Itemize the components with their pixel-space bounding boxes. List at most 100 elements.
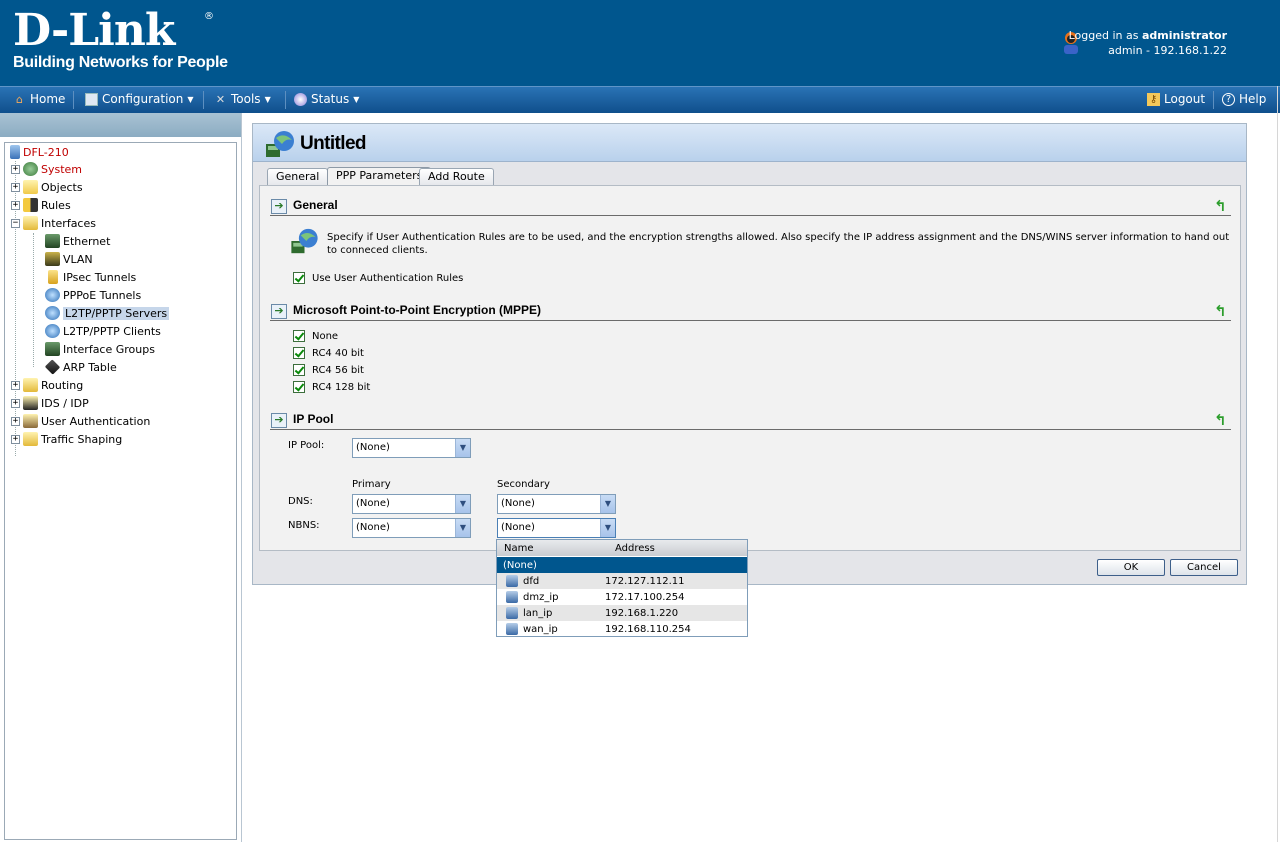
tree-item-ethernet[interactable]: Ethernet bbox=[45, 232, 110, 250]
tree-item-label: L2TP/PPTP Clients bbox=[63, 324, 161, 338]
nbns-secondary-select[interactable]: (None) ▼ bbox=[497, 518, 616, 538]
expand-icon[interactable]: + bbox=[11, 380, 20, 390]
dns-secondary-select[interactable]: (None) ▼ bbox=[497, 494, 616, 514]
tree-item-system[interactable]: + System bbox=[11, 160, 82, 178]
menu-logout[interactable]: ⚷ Logout bbox=[1147, 92, 1205, 106]
logged-user: administrator bbox=[1141, 29, 1227, 42]
option-name: dmz_ip bbox=[523, 592, 559, 603]
status-icon bbox=[294, 92, 307, 106]
chevron-down-icon: ▼ bbox=[187, 94, 194, 104]
key-icon: ⚷ bbox=[1147, 92, 1160, 106]
ok-button[interactable]: OK bbox=[1097, 559, 1165, 576]
use-auth-rules-checkbox[interactable]: Use User Authentication Rules bbox=[293, 272, 463, 284]
tree-item-ids-idp[interactable]: + IDS / IDP bbox=[11, 394, 89, 412]
menu-configuration[interactable]: Configuration ▼ bbox=[85, 92, 194, 106]
expand-icon[interactable]: + bbox=[11, 434, 20, 444]
menu-help[interactable]: ? Help bbox=[1222, 92, 1266, 106]
chevron-down-icon[interactable]: ▼ bbox=[455, 519, 470, 537]
group-icon bbox=[45, 342, 60, 356]
chevron-down-icon[interactable]: ▼ bbox=[455, 495, 470, 513]
checkbox-checked[interactable] bbox=[293, 330, 305, 342]
tree-item-rules[interactable]: + Rules bbox=[11, 196, 71, 214]
menu-tools-label: Tools bbox=[231, 92, 261, 106]
select-value: (None) bbox=[356, 498, 390, 509]
cancel-button[interactable]: Cancel bbox=[1170, 559, 1238, 576]
tree-item-label: Routing bbox=[41, 378, 84, 392]
tab-general[interactable]: General bbox=[267, 168, 329, 185]
tree-item-routing[interactable]: + Routing bbox=[11, 376, 83, 394]
save-icon bbox=[85, 92, 98, 106]
tree-item-interface-groups[interactable]: Interface Groups bbox=[45, 340, 155, 358]
expand-icon[interactable]: + bbox=[11, 398, 20, 408]
tree-item-pppoe[interactable]: PPPoE Tunnels bbox=[45, 286, 141, 304]
nbns-primary-select[interactable]: (None) ▼ bbox=[352, 518, 471, 538]
menu-configuration-label: Configuration bbox=[102, 92, 184, 106]
tree-item-interfaces[interactable]: − Interfaces bbox=[11, 214, 96, 232]
tree-item-l2tp-clients[interactable]: L2TP/PPTP Clients bbox=[45, 322, 161, 340]
menu-home[interactable]: ⌂ Home bbox=[13, 92, 65, 106]
menu-separator bbox=[203, 91, 204, 109]
mppe-rc4-56-checkbox[interactable]: RC4 56 bit bbox=[293, 364, 364, 376]
tree-item-l2tp-servers[interactable]: L2TP/PPTP Servers bbox=[45, 304, 170, 322]
ip-object-icon bbox=[506, 575, 518, 587]
collapse-arrow-icon[interactable]: ↰ bbox=[1214, 412, 1229, 428]
tree-item-objects[interactable]: + Objects bbox=[11, 178, 83, 196]
dropdown-option[interactable]: lan_ip 192.168.1.220 bbox=[497, 605, 747, 621]
tree-item-ipsec[interactable]: IPsec Tunnels bbox=[45, 268, 136, 286]
tree-root-label: DFL-210 bbox=[23, 145, 69, 159]
checkbox-checked[interactable] bbox=[293, 381, 305, 393]
mppe-rc4-128-checkbox[interactable]: RC4 128 bit bbox=[293, 381, 370, 393]
menu-status[interactable]: Status ▼ bbox=[294, 92, 359, 106]
chevron-down-icon[interactable]: ▼ bbox=[600, 495, 615, 513]
expand-icon[interactable]: + bbox=[11, 200, 20, 210]
section-arrow-icon: ➔ bbox=[271, 199, 287, 214]
expand-icon[interactable]: + bbox=[11, 416, 20, 426]
mppe-rc4-40-checkbox[interactable]: RC4 40 bit bbox=[293, 347, 364, 359]
panel-header: Untitled bbox=[253, 124, 1246, 162]
dlink-logo: D-Link bbox=[13, 5, 175, 56]
ip-pool-select[interactable]: (None) ▼ bbox=[352, 438, 471, 458]
tab-ppp-parameters[interactable]: PPP Parameters bbox=[327, 167, 432, 185]
ip-object-icon bbox=[506, 607, 518, 619]
chevron-down-icon[interactable]: ▼ bbox=[600, 519, 615, 537]
checkbox-checked[interactable] bbox=[293, 272, 305, 284]
login-info: Logged in as administrator admin - 192.1… bbox=[1069, 28, 1227, 58]
dns-primary-select[interactable]: (None) ▼ bbox=[352, 494, 471, 514]
expand-icon[interactable]: + bbox=[11, 164, 20, 174]
select-value: (None) bbox=[356, 522, 390, 533]
globe-icon bbox=[45, 288, 60, 302]
registered-mark: ® bbox=[204, 11, 214, 22]
checkbox-checked[interactable] bbox=[293, 347, 305, 359]
ethernet-icon bbox=[45, 234, 60, 248]
primary-column-label: Primary bbox=[352, 479, 391, 490]
dropdown-option-none[interactable]: (None) bbox=[497, 557, 747, 573]
collapse-arrow-icon[interactable]: ↰ bbox=[1214, 303, 1229, 319]
dropdown-option[interactable]: dmz_ip 172.17.100.254 bbox=[497, 589, 747, 605]
dropdown-option[interactable]: dfd 172.127.112.11 bbox=[497, 573, 747, 589]
tree-item-vlan[interactable]: VLAN bbox=[45, 250, 93, 268]
tree-item-traffic-shaping[interactable]: + Traffic Shaping bbox=[11, 430, 122, 448]
nbns-secondary-dropdown: Name Address (None) dfd 172.127.112.11 dm… bbox=[496, 539, 748, 637]
collapse-arrow-icon[interactable]: ↰ bbox=[1214, 198, 1229, 214]
chevron-down-icon[interactable]: ▼ bbox=[455, 439, 470, 457]
globe-icon bbox=[45, 324, 60, 338]
expand-icon[interactable]: + bbox=[11, 182, 20, 192]
nbns-label: NBNS: bbox=[288, 520, 320, 531]
arp-icon bbox=[44, 359, 61, 375]
tree-item-label: User Authentication bbox=[41, 414, 151, 428]
tab-add-route[interactable]: Add Route bbox=[419, 168, 494, 185]
checkbox-checked[interactable] bbox=[293, 364, 305, 376]
tree-item-label: Interfaces bbox=[41, 216, 96, 230]
collapse-icon[interactable]: − bbox=[11, 218, 20, 228]
column-name: Name bbox=[504, 543, 534, 554]
menu-tools[interactable]: ✕ Tools ▼ bbox=[214, 92, 271, 106]
mppe-none-checkbox[interactable]: None bbox=[293, 330, 338, 342]
dropdown-option[interactable]: wan_ip 192.168.110.254 bbox=[497, 621, 747, 637]
tree-item-label: System bbox=[41, 162, 83, 176]
vlan-icon bbox=[45, 252, 60, 266]
tree-item-arp-table[interactable]: ARP Table bbox=[44, 358, 117, 376]
menu-help-label: Help bbox=[1239, 92, 1267, 106]
tree-root-dfl210[interactable]: DFL-210 bbox=[10, 143, 69, 161]
tree-item-user-auth[interactable]: + User Authentication bbox=[11, 412, 150, 430]
section-title: IP Pool bbox=[293, 412, 334, 426]
